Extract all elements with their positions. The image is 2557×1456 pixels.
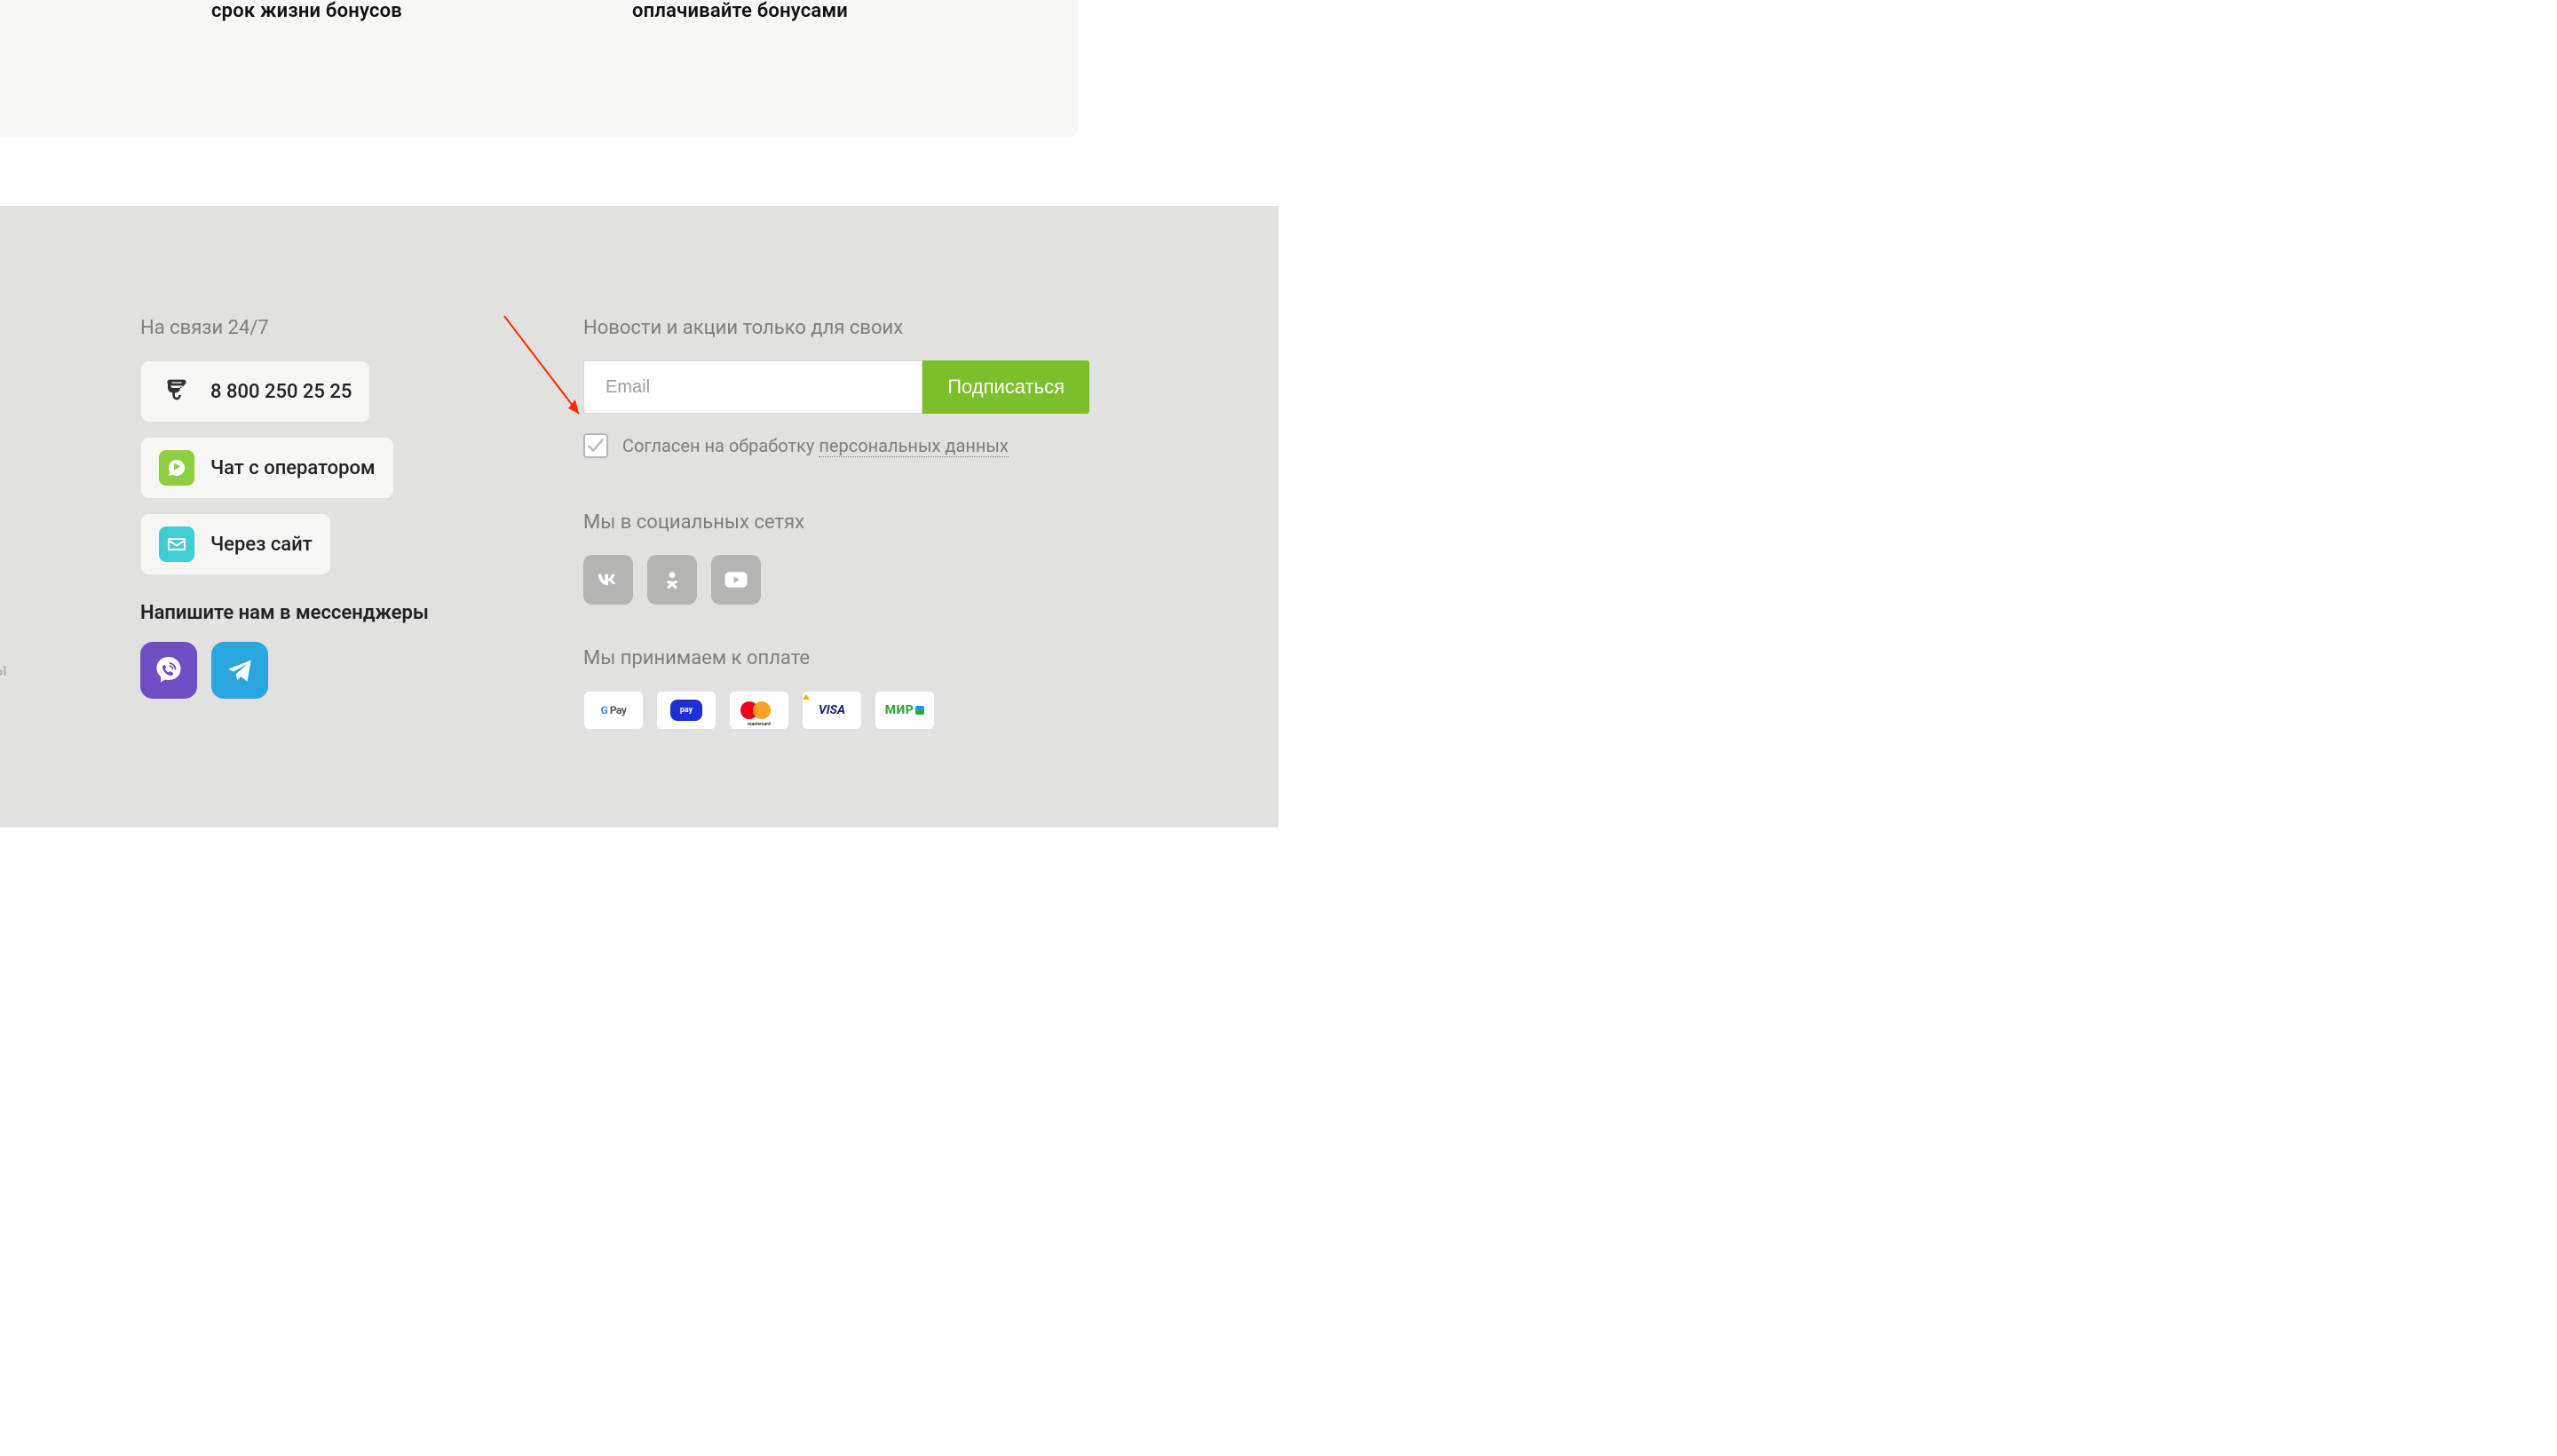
visa-card: VISA	[802, 691, 862, 730]
gpay-card: G Pay	[583, 691, 644, 730]
socials-row	[583, 555, 1089, 605]
mastercard-label: mastercard	[748, 722, 771, 727]
promo-card: с срок жизни бонусов оплачивайте бонусам…	[0, 0, 1079, 138]
contact-heading: На связи 24/7	[140, 317, 433, 339]
mir-label: МИР	[885, 703, 914, 717]
payments-heading: Мы принимаем к оплате	[583, 647, 1089, 669]
mir-card: МИР	[875, 691, 935, 730]
promo-text-3: оплачивайте бонусами	[632, 0, 848, 22]
consent-row: Согласен на обработку персональных данны…	[583, 433, 1089, 458]
visa-label: VISA	[819, 703, 845, 717]
samsungpay-card: pay	[656, 691, 716, 730]
subscribe-button[interactable]: Подписаться	[922, 360, 1089, 414]
youtube-button[interactable]	[711, 555, 761, 605]
newsletter-column: Новости и акции только для своих Подписа…	[583, 317, 1089, 730]
consent-text: Согласен на обработку персональных данны…	[622, 435, 1009, 456]
socials-heading: Мы в социальных сетях	[583, 511, 1089, 534]
promo-text-2: срок жизни бонусов	[211, 0, 402, 22]
consent-pre: Согласен на обработку	[622, 435, 819, 456]
mastercard-card: mastercard	[729, 691, 789, 730]
phone-label: 8 800 250 25 25	[210, 381, 352, 403]
cropped-text-1: тивы	[0, 659, 7, 680]
samsungpay-label: pay	[670, 700, 702, 721]
messengers-heading: Напишите нам в мессенджеры	[140, 602, 433, 624]
ok-button[interactable]	[647, 555, 697, 605]
site-contact-button[interactable]: Через сайт	[140, 513, 331, 575]
phone-button[interactable]: 8 800 250 25 25	[140, 360, 370, 423]
subscribe-row: Подписаться	[583, 360, 1089, 414]
newsletter-heading: Новости и акции только для своих	[583, 317, 1089, 339]
email-input[interactable]	[583, 360, 922, 414]
footer: На связи 24/7 8 800 250 25 25 Чат с опер…	[0, 206, 1278, 827]
viber-button[interactable]	[140, 642, 197, 699]
phone-icon	[159, 374, 194, 409]
messenger-row	[140, 642, 433, 699]
consent-link[interactable]: персональных данных	[819, 435, 1009, 457]
contact-column: На связи 24/7 8 800 250 25 25 Чат с опер…	[140, 317, 433, 699]
mail-icon	[159, 526, 194, 562]
vk-button[interactable]	[583, 555, 633, 605]
payments-row: G Pay pay mastercard VISA МИР	[583, 691, 1089, 730]
site-contact-label: Через сайт	[210, 534, 313, 556]
telegram-button[interactable]	[211, 642, 268, 699]
chat-label: Чат с оператором	[210, 457, 376, 479]
chat-button[interactable]: Чат с оператором	[140, 437, 394, 499]
chat-icon	[159, 450, 194, 486]
consent-checkbox[interactable]	[583, 433, 608, 458]
